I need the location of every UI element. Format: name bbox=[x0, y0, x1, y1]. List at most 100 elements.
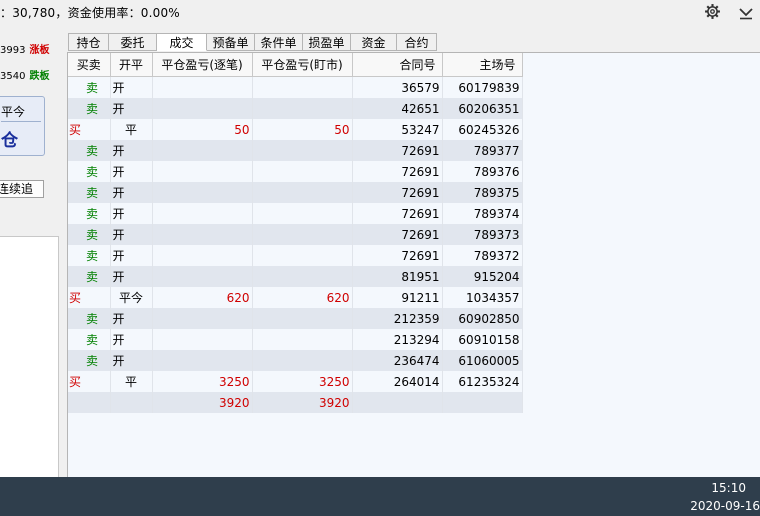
cell-contract-no: 212359 bbox=[352, 308, 443, 329]
tab-prepared-orders[interactable]: 预备单 bbox=[207, 33, 255, 51]
cell-pnl-trade bbox=[152, 161, 253, 182]
cell-buy-sell bbox=[68, 392, 111, 413]
table-row[interactable]: 3920 3920 bbox=[68, 392, 523, 413]
table-row[interactable]: 卖开 236474 61060005 bbox=[68, 350, 523, 371]
cell-buy-sell: 卖 bbox=[68, 203, 111, 224]
close-today-button[interactable]: 平今 仓 bbox=[0, 96, 45, 156]
table-row[interactable]: 卖开 81951 915204 bbox=[68, 266, 523, 287]
cell-pnl-trade bbox=[152, 140, 253, 161]
col-contract-no[interactable]: 合同号 bbox=[352, 53, 443, 77]
cell-pnl-trade bbox=[152, 329, 253, 350]
cell-buy-sell: 卖 bbox=[68, 266, 111, 287]
cell-pnl-mtm bbox=[252, 350, 353, 371]
cell-pnl-trade: 3920 bbox=[152, 392, 253, 413]
tab-trades[interactable]: 成交 bbox=[157, 33, 207, 51]
cell-open-close: 平今 bbox=[110, 287, 153, 308]
tab-funds[interactable]: 资金 bbox=[351, 33, 397, 51]
table-row[interactable]: 卖开 42651 60206351 bbox=[68, 98, 523, 119]
table-header: 买卖 开平 平仓盈亏(逐笔) 平仓盈亏(盯市) 合同号 主场号 bbox=[68, 53, 523, 77]
table-row[interactable]: 卖开 72691 789376 bbox=[68, 161, 523, 182]
limit-up-price: 3993 bbox=[0, 45, 26, 56]
cell-main-no bbox=[442, 392, 523, 413]
table-row[interactable]: 买平 50 50 53247 60245326 bbox=[68, 119, 523, 140]
cell-contract-no: 72691 bbox=[352, 161, 443, 182]
cell-open-close bbox=[110, 392, 153, 413]
limit-down-price: 3540 bbox=[0, 71, 26, 82]
tab-stop-orders[interactable]: 损盈单 bbox=[303, 33, 351, 51]
col-pnl-mtm[interactable]: 平仓盈亏(盯市) bbox=[252, 53, 353, 77]
table-row[interactable]: 买平今 620 620 91211 1034357 bbox=[68, 287, 523, 308]
cell-buy-sell: 卖 bbox=[68, 98, 111, 119]
table-row[interactable]: 卖开 72691 789372 bbox=[68, 245, 523, 266]
clock-date[interactable]: 2020-09-16 bbox=[690, 499, 760, 513]
limit-up-row[interactable]: 3993 涨板 bbox=[0, 41, 49, 56]
cell-main-no: 60179839 bbox=[442, 76, 523, 98]
col-buy-sell[interactable]: 买卖 bbox=[68, 53, 111, 77]
cell-pnl-mtm: 3250 bbox=[252, 371, 353, 392]
cell-buy-sell: 买 bbox=[68, 287, 111, 308]
cell-open-close: 开 bbox=[110, 76, 153, 98]
cell-main-no: 789372 bbox=[442, 245, 523, 266]
tab-orders[interactable]: 委托 bbox=[109, 33, 157, 51]
cell-buy-sell: 买 bbox=[68, 119, 111, 140]
chase-button[interactable]: 连续追 bbox=[0, 180, 44, 198]
cell-open-close: 开 bbox=[110, 98, 153, 119]
cell-pnl-mtm bbox=[252, 308, 353, 329]
table-row[interactable]: 卖开 213294 60910158 bbox=[68, 329, 523, 350]
clock-time[interactable]: 15:10 bbox=[711, 481, 746, 495]
col-open-close[interactable]: 开平 bbox=[110, 53, 153, 77]
cell-contract-no: 53247 bbox=[352, 119, 443, 140]
close-today-label: 平今 bbox=[1, 105, 26, 119]
tab-positions[interactable]: 持仓 bbox=[68, 33, 109, 51]
cell-contract-no: 72691 bbox=[352, 140, 443, 161]
cell-open-close: 开 bbox=[110, 224, 153, 245]
trades-table[interactable]: 买卖 开平 平仓盈亏(逐笔) 平仓盈亏(盯市) 合同号 主场号 卖开 36579 6… bbox=[67, 52, 760, 477]
cell-pnl-trade bbox=[152, 224, 253, 245]
cell-main-no: 1034357 bbox=[442, 287, 523, 308]
cell-buy-sell: 卖 bbox=[68, 350, 111, 371]
cell-contract-no: 91211 bbox=[352, 287, 443, 308]
cell-pnl-mtm bbox=[252, 98, 353, 119]
cell-contract-no: 72691 bbox=[352, 245, 443, 266]
chevron-down-icon[interactable] bbox=[738, 4, 754, 20]
gear-icon[interactable] bbox=[704, 3, 721, 20]
cell-pnl-mtm bbox=[252, 203, 353, 224]
col-pnl-trade[interactable]: 平仓盈亏(逐笔) bbox=[152, 53, 253, 77]
col-main-no[interactable]: 主场号 bbox=[442, 53, 523, 77]
cell-pnl-mtm: 620 bbox=[252, 287, 353, 308]
cell-pnl-mtm bbox=[252, 161, 353, 182]
cell-pnl-trade bbox=[152, 308, 253, 329]
limit-up-label: 涨板 bbox=[29, 45, 50, 56]
table-row[interactable]: 卖开 36579 60179839 bbox=[68, 76, 523, 98]
cell-pnl-trade: 620 bbox=[152, 287, 253, 308]
cell-main-no: 60245326 bbox=[442, 119, 523, 140]
cell-main-no: 789374 bbox=[442, 203, 523, 224]
cell-open-close: 开 bbox=[110, 329, 153, 350]
cell-buy-sell: 买 bbox=[68, 371, 111, 392]
cell-contract-no bbox=[352, 392, 443, 413]
cell-open-close: 开 bbox=[110, 266, 153, 287]
table-row[interactable]: 卖开 72691 789373 bbox=[68, 224, 523, 245]
table-row[interactable]: 卖开 212359 60902850 bbox=[68, 308, 523, 329]
divider bbox=[1, 121, 41, 122]
cell-contract-no: 264014 bbox=[352, 371, 443, 392]
taskbar: 15:10 2020-09-16 bbox=[0, 477, 760, 516]
limit-down-row[interactable]: 3540 跌板 bbox=[0, 67, 49, 82]
cell-buy-sell: 卖 bbox=[68, 76, 111, 98]
limit-down-label: 跌板 bbox=[29, 71, 50, 82]
cell-pnl-mtm bbox=[252, 76, 353, 98]
cell-open-close: 开 bbox=[110, 350, 153, 371]
table-row[interactable]: 买平 3250 3250 264014 61235324 bbox=[68, 371, 523, 392]
table-row[interactable]: 卖开 72691 789375 bbox=[68, 182, 523, 203]
cell-contract-no: 72691 bbox=[352, 224, 443, 245]
cell-pnl-mtm bbox=[252, 140, 353, 161]
cell-buy-sell: 卖 bbox=[68, 140, 111, 161]
table-row[interactable]: 卖开 72691 789374 bbox=[68, 203, 523, 224]
position-label: 仓 bbox=[1, 131, 18, 151]
cell-open-close: 开 bbox=[110, 161, 153, 182]
table-row[interactable]: 卖开 72691 789377 bbox=[68, 140, 523, 161]
tab-contracts[interactable]: 合约 bbox=[397, 33, 437, 51]
tab-conditional-orders[interactable]: 条件单 bbox=[255, 33, 303, 51]
cell-buy-sell: 卖 bbox=[68, 245, 111, 266]
cell-open-close: 开 bbox=[110, 203, 153, 224]
